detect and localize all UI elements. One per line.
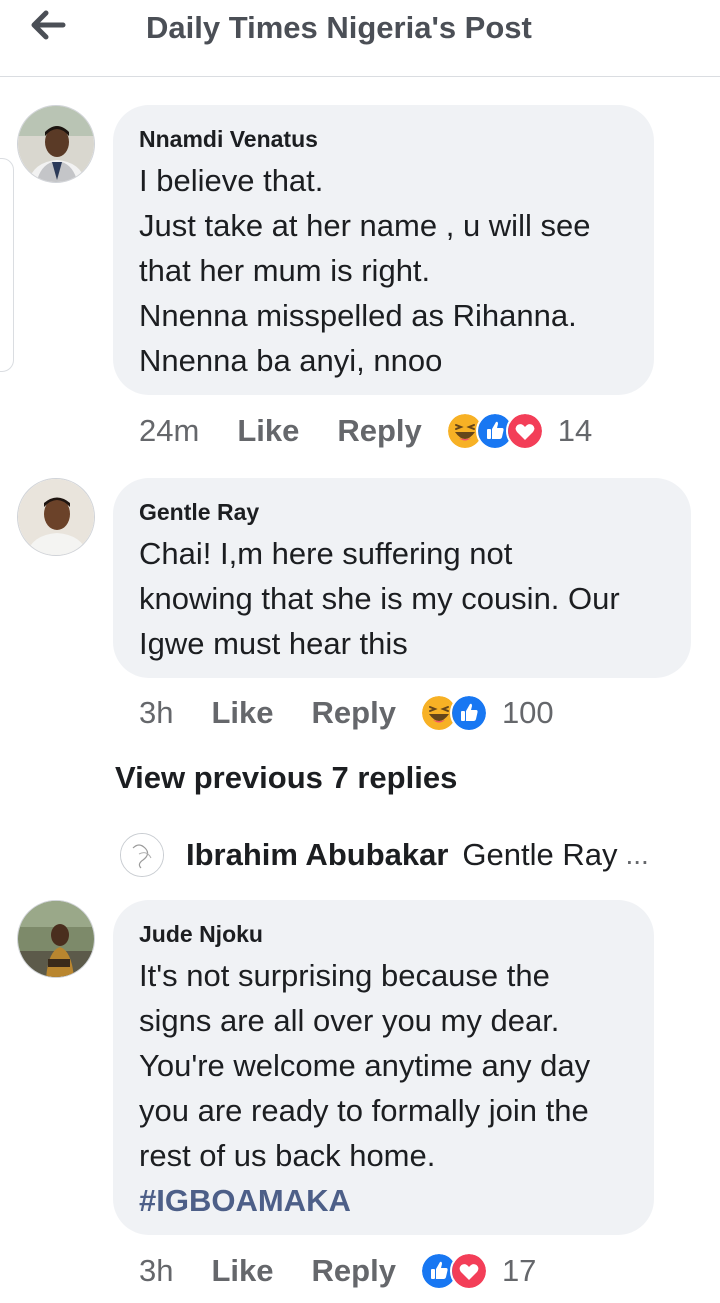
reactions-summary[interactable]: 100: [419, 694, 554, 732]
comment-author[interactable]: Nnamdi Venatus: [139, 125, 628, 153]
comment-author[interactable]: Jude Njoku: [139, 920, 628, 948]
top-bar: Daily Times Nigeria's Post: [0, 0, 720, 77]
reply-ellipsis: ...: [625, 839, 649, 870]
hashtag-link[interactable]: #IGBOAMAKA: [139, 1178, 628, 1223]
avatar[interactable]: [17, 900, 95, 978]
page-title: Daily Times Nigeria's Post: [146, 10, 532, 45]
comment-bubble[interactable]: Nnamdi Venatus I believe that. Just take…: [113, 105, 654, 395]
reaction-count: 14: [557, 413, 593, 448]
avatar[interactable]: [17, 478, 95, 556]
comment-text: I believe that. Just take at her name , …: [139, 163, 591, 378]
like-reaction-icon: [449, 694, 488, 732]
side-panel-edge: [0, 158, 14, 372]
comment-time[interactable]: 24m: [139, 413, 199, 449]
like-button[interactable]: Like: [211, 1253, 273, 1289]
reaction-count: 100: [501, 695, 554, 730]
love-reaction-icon: [449, 1252, 488, 1290]
comment-meta: 3h Like Reply 17: [139, 1249, 536, 1293]
comment-time[interactable]: 3h: [139, 695, 173, 731]
comment-bubble[interactable]: Jude Njoku It's not surprising because t…: [113, 900, 654, 1235]
comment-meta: 3h Like Reply 100: [139, 691, 554, 735]
avatar[interactable]: [120, 833, 164, 877]
arrow-left-icon: [31, 10, 66, 40]
comment-text: Chai! I,m here suffering not knowing tha…: [139, 536, 620, 661]
reply-button[interactable]: Reply: [337, 413, 421, 449]
reply-author[interactable]: Ibrahim Abubakar: [186, 837, 448, 873]
love-reaction-icon: [505, 412, 544, 450]
reply-snippet: Gentle Ray: [462, 837, 618, 872]
reply-button[interactable]: Reply: [312, 1253, 396, 1289]
reply-button[interactable]: Reply: [312, 695, 396, 731]
comment-bubble[interactable]: Gentle Ray Chai! I,m here suffering not …: [113, 478, 691, 678]
like-button[interactable]: Like: [211, 695, 273, 731]
reactions-summary[interactable]: 17: [419, 1252, 537, 1290]
avatar[interactable]: [17, 105, 95, 183]
comment-author[interactable]: Gentle Ray: [139, 498, 665, 526]
reactions-summary[interactable]: 14: [445, 412, 593, 450]
comment-text: It's not surprising because the signs ar…: [139, 958, 591, 1173]
back-button[interactable]: [28, 8, 68, 42]
reaction-count: 17: [501, 1253, 537, 1288]
latest-reply-preview[interactable]: Ibrahim Abubakar Gentle Ray ...: [120, 828, 680, 882]
view-previous-replies-link[interactable]: View previous 7 replies: [115, 760, 457, 796]
comment-time[interactable]: 3h: [139, 1253, 173, 1289]
comment-meta: 24m Like Reply 14: [139, 409, 592, 453]
like-button[interactable]: Like: [237, 413, 299, 449]
